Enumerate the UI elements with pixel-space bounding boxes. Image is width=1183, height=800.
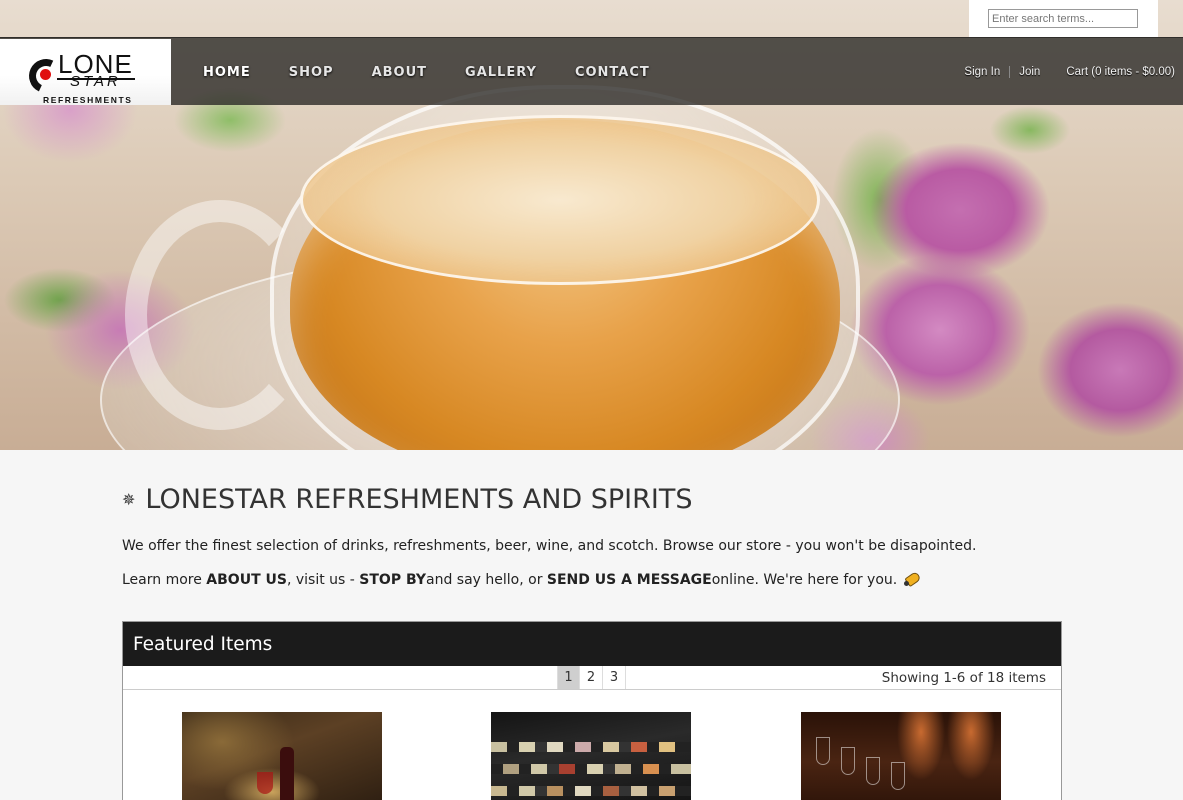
showing-count: Showing 1-6 of 18 items: [881, 669, 1046, 686]
rocket-icon: [903, 572, 921, 588]
nav-about[interactable]: ABOUT: [357, 65, 442, 80]
intro-text: We offer the finest selection of drinks,…: [122, 538, 977, 554]
search-bar: [969, 0, 1158, 37]
bottle-row: [491, 764, 691, 774]
nav-gallery[interactable]: GALLERY: [450, 65, 552, 80]
logo-word-bottom: STAR: [70, 73, 121, 90]
product-image-1[interactable]: [182, 712, 382, 800]
learn-text-3: and say hello, or: [426, 572, 543, 588]
learn-text-4: online. We're here for you.: [711, 572, 898, 588]
page-title: ✵ LONESTAR REFRESHMENTS AND SPIRITS: [122, 484, 693, 515]
main-nav: HOME SHOP ABOUT GALLERY CONTACT: [188, 38, 673, 106]
hero-tea-surface: [300, 115, 820, 285]
glass-shape: [257, 772, 273, 794]
nav-contact[interactable]: CONTACT: [560, 65, 665, 80]
join-link[interactable]: Join: [1019, 66, 1040, 78]
bottle-shape: [280, 747, 294, 800]
search-input[interactable]: [988, 9, 1138, 28]
stop-by-link[interactable]: STOP BY: [359, 572, 426, 588]
learn-more-text: Learn more ABOUT US , visit us - STOP BY…: [122, 572, 921, 588]
wine-glass-shape: [866, 757, 880, 785]
logo[interactable]: LONE STAR REFRESHMENTS: [0, 39, 171, 105]
pagination: 1 2 3: [557, 666, 626, 689]
learn-text-1: Learn more: [122, 572, 202, 588]
logo-dot-icon: [40, 69, 51, 80]
wine-glass-shape: [891, 762, 905, 790]
user-links: Sign In Join Cart (0 items - $0.00): [964, 38, 1175, 106]
learn-text-2: , visit us -: [286, 572, 355, 588]
navbar: LONE STAR REFRESHMENTS HOME SHOP ABOUT G…: [0, 37, 1183, 105]
nav-shop[interactable]: SHOP: [274, 65, 349, 80]
page-1-button[interactable]: 1: [557, 666, 580, 689]
featured-items-panel: Featured Items 1 2 3 Showing 1-6 of 18 i…: [122, 621, 1062, 800]
logo-tagline: REFRESHMENTS: [43, 95, 133, 105]
page-2-button[interactable]: 2: [580, 666, 603, 689]
send-message-link[interactable]: SEND US A MESSAGE: [547, 572, 712, 588]
page-title-text: LONESTAR REFRESHMENTS AND SPIRITS: [145, 484, 693, 515]
product-image-2[interactable]: [491, 712, 691, 800]
page-3-button[interactable]: 3: [603, 666, 626, 689]
divider: [1009, 66, 1011, 78]
nav-home[interactable]: HOME: [188, 65, 266, 80]
bottle-row: [491, 742, 691, 752]
sign-in-link[interactable]: Sign In: [964, 66, 1000, 78]
pager-row: 1 2 3 Showing 1-6 of 18 items: [123, 666, 1061, 690]
bottle-row: [491, 786, 691, 796]
about-us-link[interactable]: ABOUT US: [206, 572, 287, 588]
product-image-3[interactable]: [801, 712, 1001, 800]
wine-glass-shape: [841, 747, 855, 775]
star-icon: ✵: [122, 490, 136, 509]
featured-items-heading: Featured Items: [123, 622, 1061, 666]
wine-glass-shape: [816, 737, 830, 765]
cart-link[interactable]: Cart (0 items - $0.00): [1066, 66, 1175, 78]
